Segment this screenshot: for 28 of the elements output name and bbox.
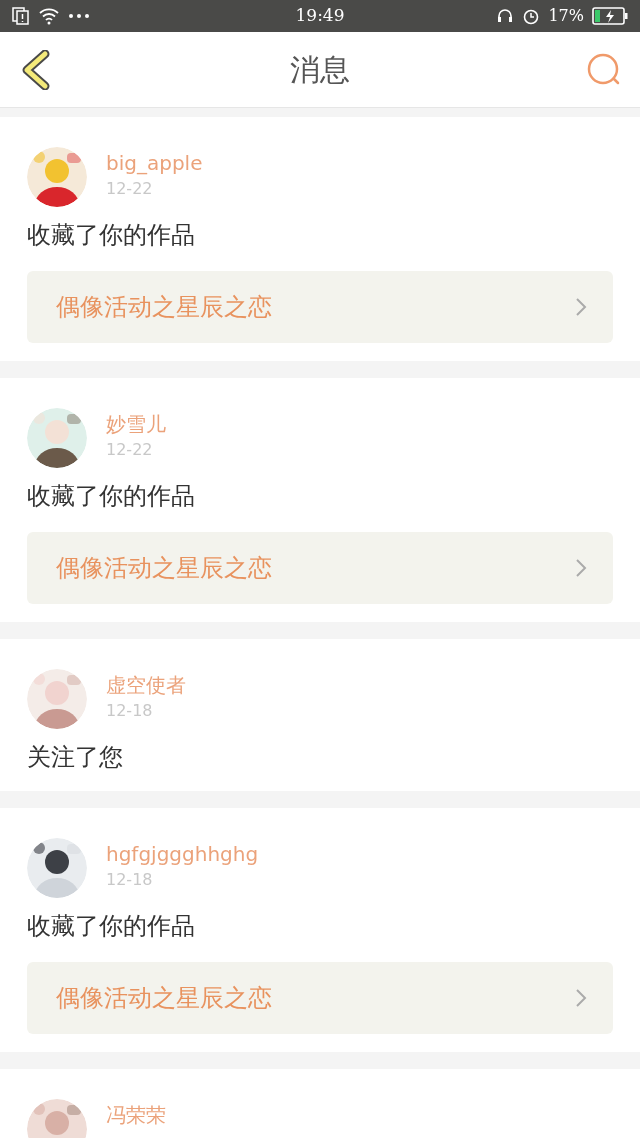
notification-icon (12, 7, 30, 25)
work-title: 偶像活动之星辰之恋 (56, 553, 272, 584)
more-icon (68, 13, 90, 19)
user-name[interactable]: 冯荣荣 (106, 1101, 166, 1129)
work-title: 偶像活动之星辰之恋 (56, 983, 272, 1014)
headset-icon (496, 7, 515, 25)
work-title: 偶像活动之星辰之恋 (56, 292, 272, 323)
chevron-right-icon (575, 558, 587, 578)
chevron-right-icon (575, 988, 587, 1008)
message-text: 收藏了你的作品 (27, 481, 196, 512)
alarm-icon (522, 7, 541, 25)
user-name[interactable]: 妙雪儿 (106, 410, 166, 438)
work-link[interactable]: 偶像活动之星辰之恋 (27, 962, 613, 1034)
message-text: 关注了您 (27, 742, 124, 773)
clock: 19:49 (295, 4, 345, 28)
message-text: 收藏了你的作品 (27, 220, 196, 251)
battery-icon (592, 7, 628, 25)
battery-percent: 17% (548, 5, 584, 27)
wifi-icon (38, 7, 60, 25)
work-link[interactable]: 偶像活动之星辰之恋 (27, 532, 613, 604)
user-name[interactable]: big_apple (106, 149, 203, 177)
user-name[interactable]: hgfgjggghhghg (106, 840, 259, 868)
work-link[interactable]: 偶像活动之星辰之恋 (27, 271, 613, 343)
back-icon (21, 49, 51, 90)
page-title: 消息 (290, 51, 350, 89)
chevron-right-icon (575, 297, 587, 317)
user-name[interactable]: 虚空使者 (106, 671, 186, 699)
message-text: 收藏了你的作品 (27, 911, 196, 942)
